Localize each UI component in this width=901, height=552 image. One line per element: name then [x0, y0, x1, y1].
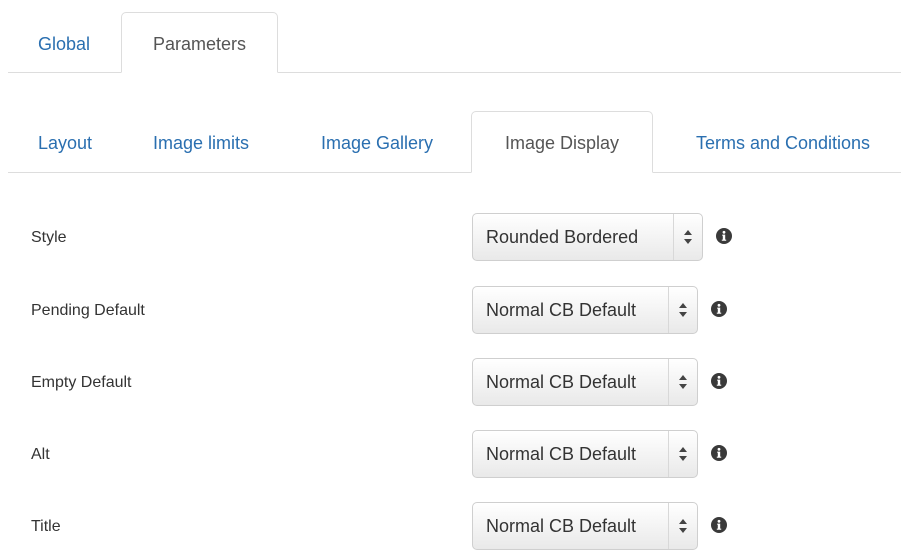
tab-image-display[interactable]: Image Display: [471, 111, 653, 173]
field-row-alt: Alt Normal CB Default: [0, 430, 901, 480]
sort-arrows-icon: [673, 214, 702, 260]
sort-arrows-icon: [668, 503, 697, 549]
info-circle-icon[interactable]: [716, 228, 732, 244]
tab-parameters[interactable]: Parameters: [121, 12, 278, 73]
tab-image-limits[interactable]: Image limits: [126, 111, 276, 173]
parameters-tab-bar: Layout Image limits Image Gallery Image …: [8, 111, 901, 173]
sort-arrows-icon: [668, 431, 697, 477]
pending-default-label: Pending Default: [31, 302, 145, 319]
tab-image-gallery[interactable]: Image Gallery: [292, 111, 462, 173]
info-circle-icon[interactable]: [711, 445, 727, 461]
style-label: Style: [31, 229, 67, 246]
title-select-value: Normal CB Default: [486, 516, 637, 536]
field-row-style: Style Rounded Bordered: [0, 213, 901, 263]
info-circle-icon[interactable]: [711, 373, 727, 389]
empty-default-select-value: Normal CB Default: [486, 372, 637, 392]
sort-arrows-icon: [668, 287, 697, 333]
style-select-value: Rounded Bordered: [486, 227, 639, 247]
main-tab-bar: Global Parameters: [8, 12, 901, 73]
alt-select-value: Normal CB Default: [486, 444, 637, 464]
info-circle-icon[interactable]: [711, 301, 727, 317]
title-label: Title: [31, 518, 61, 535]
pending-default-select-value: Normal CB Default: [486, 300, 637, 320]
tab-terms-and-conditions[interactable]: Terms and Conditions: [665, 111, 901, 173]
field-row-empty-default: Empty Default Normal CB Default: [0, 358, 901, 408]
pending-default-select[interactable]: Normal CB Default: [472, 286, 698, 334]
tab-layout[interactable]: Layout: [8, 111, 122, 173]
alt-label: Alt: [31, 446, 50, 463]
sort-arrows-icon: [668, 359, 697, 405]
style-select[interactable]: Rounded Bordered: [472, 213, 703, 261]
empty-default-label: Empty Default: [31, 374, 132, 391]
alt-select[interactable]: Normal CB Default: [472, 430, 698, 478]
field-row-pending-default: Pending Default Normal CB Default: [0, 286, 901, 336]
empty-default-select[interactable]: Normal CB Default: [472, 358, 698, 406]
info-circle-icon[interactable]: [711, 517, 727, 533]
field-row-title: Title Normal CB Default: [0, 502, 901, 552]
tab-global[interactable]: Global: [8, 12, 120, 73]
title-select[interactable]: Normal CB Default: [472, 502, 698, 550]
